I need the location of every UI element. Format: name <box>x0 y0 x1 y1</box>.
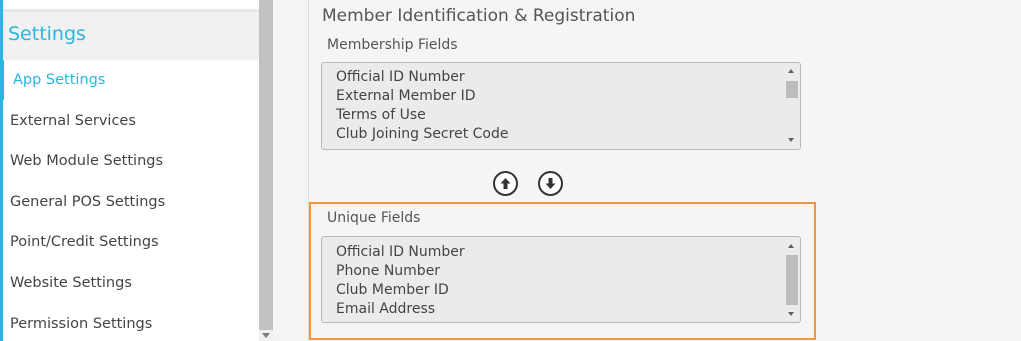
sidebar-scrollbar-thumb[interactable] <box>259 0 273 330</box>
listbox-scroll-thumb[interactable] <box>786 81 798 98</box>
sidebar-item-general-pos-settings[interactable]: General POS Settings <box>3 182 262 222</box>
list-item[interactable]: Phone Number <box>336 262 440 281</box>
list-item[interactable]: External Member ID <box>336 87 475 106</box>
list-item[interactable]: Club Member ID <box>336 281 449 300</box>
list-item[interactable]: Official ID Number <box>336 68 465 87</box>
unique-fields-label: Unique Fields <box>327 210 421 226</box>
move-down-button[interactable] <box>538 171 563 196</box>
arrow-up-icon <box>500 178 511 189</box>
section-title: Member Identification & Registration <box>322 6 636 26</box>
list-item[interactable]: Club Joining Secret Code <box>336 125 508 144</box>
scroll-down-arrow-icon[interactable] <box>262 333 270 338</box>
membership-fields-label: Membership Fields <box>327 37 458 53</box>
listbox-scroll-thumb[interactable] <box>786 255 798 305</box>
scroll-up-arrow-icon[interactable] <box>788 69 794 73</box>
move-up-button[interactable] <box>493 171 518 196</box>
sidebar-item-app-settings[interactable]: App Settings <box>0 60 262 100</box>
sidebar-header: Settings <box>3 12 262 60</box>
scroll-down-arrow-icon[interactable] <box>788 138 794 142</box>
content-gutter <box>273 0 309 341</box>
sidebar-item-point-credit-settings[interactable]: Point/Credit Settings <box>3 222 262 262</box>
membership-fields-listbox[interactable]: Official ID Number External Member ID Te… <box>321 62 801 150</box>
settings-sidebar: Settings App Settings External Services … <box>0 0 262 341</box>
sidebar-item-external-services[interactable]: External Services <box>3 101 262 141</box>
sidebar-item-permission-settings[interactable]: Permission Settings <box>3 304 262 341</box>
list-item[interactable]: Terms of Use <box>336 106 426 125</box>
listbox-scrollbar[interactable] <box>785 64 799 148</box>
arrow-down-icon <box>545 178 556 189</box>
scroll-down-arrow-icon[interactable] <box>788 312 794 316</box>
listbox-scrollbar[interactable] <box>785 238 799 321</box>
sidebar-top-divider <box>3 0 262 12</box>
list-item[interactable]: Email Address <box>336 300 435 319</box>
list-item[interactable]: Official ID Number <box>336 243 465 262</box>
sidebar-item-website-settings[interactable]: Website Settings <box>3 263 262 303</box>
scroll-up-arrow-icon[interactable] <box>788 244 794 248</box>
sidebar-item-web-module-settings[interactable]: Web Module Settings <box>3 141 262 181</box>
unique-fields-listbox[interactable]: Official ID Number Phone Number Club Mem… <box>321 236 801 323</box>
